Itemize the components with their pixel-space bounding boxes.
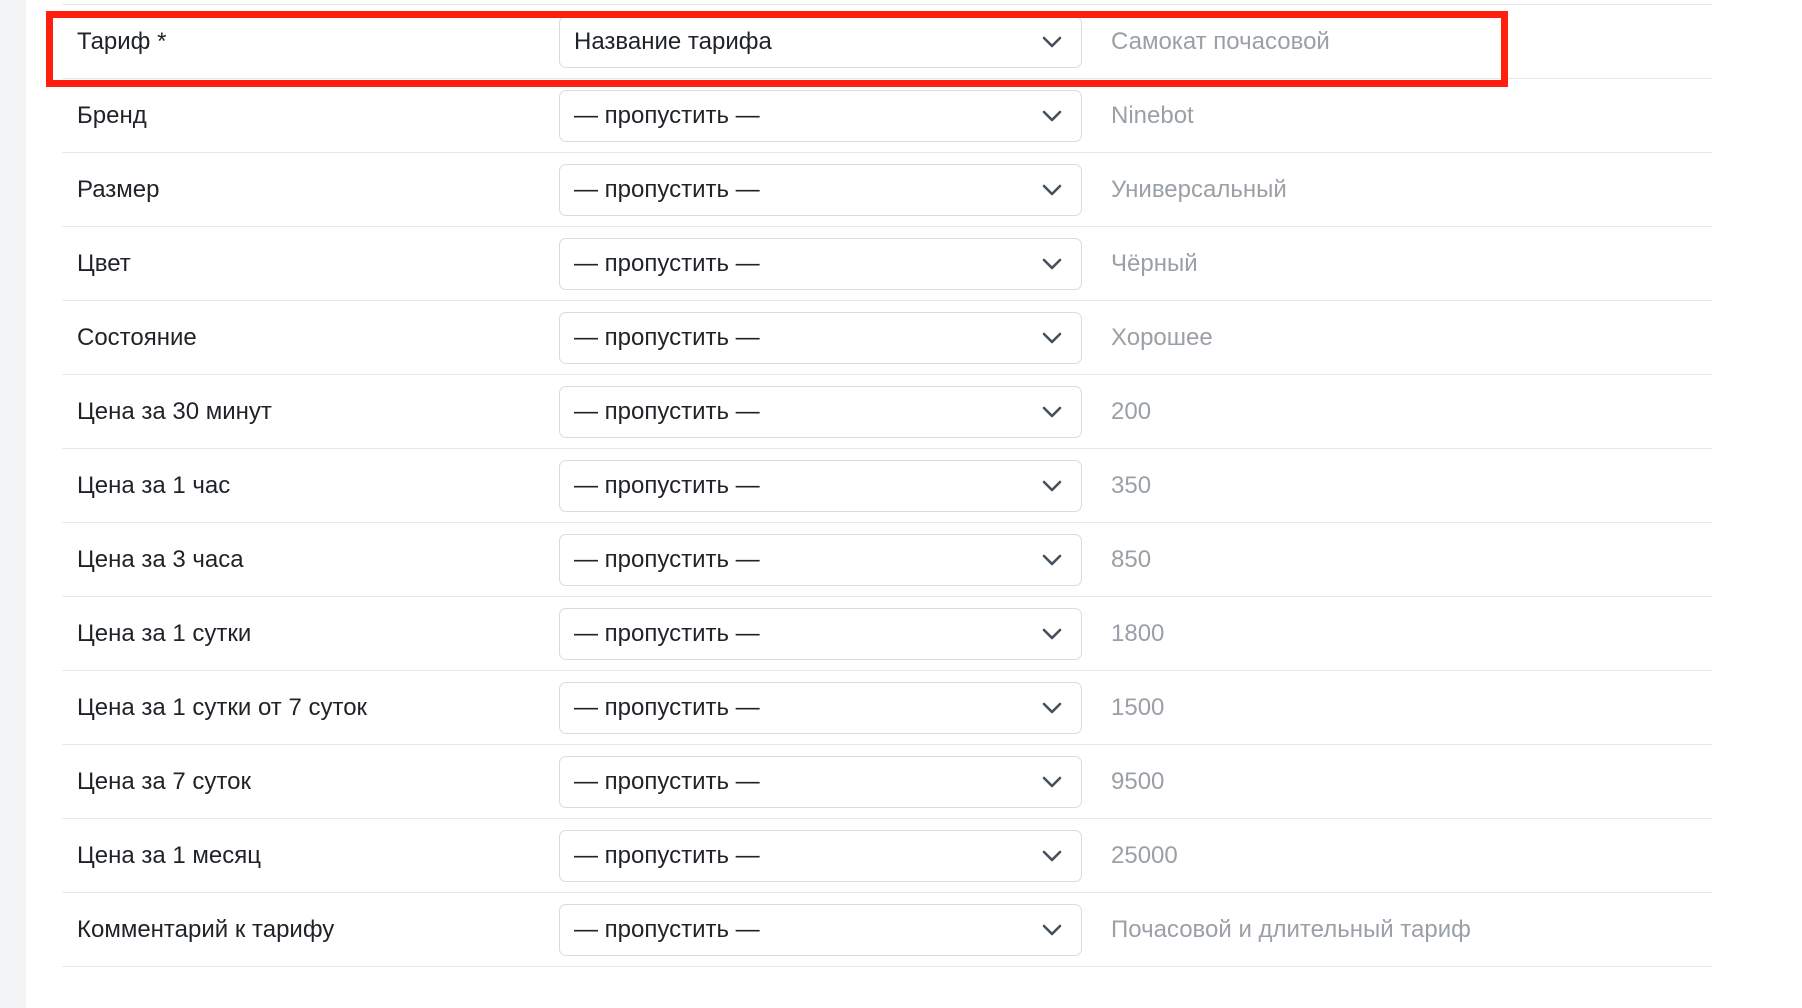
select-value: Название тарифа <box>574 27 772 55</box>
select-value: — пропустить — <box>574 101 760 129</box>
sample-value: 1500 <box>1111 693 1165 721</box>
field-label: Цена за 7 суток <box>77 767 251 795</box>
chevron-down-icon <box>1041 327 1063 349</box>
select-value: — пропустить — <box>574 397 760 425</box>
sample-value: 200 <box>1111 397 1152 425</box>
sample-value: Почасовой и длительный тариф <box>1111 915 1471 943</box>
chevron-down-icon <box>1041 31 1063 53</box>
mapping-row-price-30-min: Цена за 30 минут — пропустить — 200 <box>62 375 1712 449</box>
field-label: Комментарий к тарифу <box>77 915 335 943</box>
sample-value: Хорошее <box>1111 323 1213 351</box>
field-label: Цвет <box>77 249 131 277</box>
chevron-down-icon <box>1041 771 1063 793</box>
column-select-tariff-comment[interactable]: — пропустить — <box>559 903 1082 956</box>
column-select-price-1-hour[interactable]: — пропустить — <box>559 459 1082 512</box>
mapping-row-color: Цвет — пропустить — Чёрный <box>62 227 1712 301</box>
field-label: Цена за 1 час <box>77 471 231 499</box>
mapping-row-price-1-day: Цена за 1 сутки — пропустить — 1800 <box>62 597 1712 671</box>
mapping-row-tariff-comment: Комментарий к тарифу — пропустить — Поча… <box>62 893 1712 967</box>
mapping-row-condition: Состояние — пропустить — Хорошее <box>62 301 1712 375</box>
select-value: — пропустить — <box>574 767 760 795</box>
sample-value: 350 <box>1111 471 1152 499</box>
select-value: — пропустить — <box>574 693 760 721</box>
column-select-size[interactable]: — пропустить — <box>559 163 1082 216</box>
column-select-price-7-days[interactable]: — пропустить — <box>559 755 1082 808</box>
chevron-down-icon <box>1041 179 1063 201</box>
column-select-price-1-day-from-7[interactable]: — пропустить — <box>559 681 1082 734</box>
mapping-row-price-1-hour: Цена за 1 час — пропустить — 350 <box>62 449 1712 523</box>
mapping-row-price-3-hours: Цена за 3 часа — пропустить — 850 <box>62 523 1712 597</box>
mapping-row-brand: Бренд — пропустить — Ninebot <box>62 79 1712 153</box>
field-label: Цена за 30 минут <box>77 397 272 425</box>
column-mapping-table: Тариф * Название тарифа Самокат почасово… <box>62 4 1712 967</box>
select-value: — пропустить — <box>574 249 760 277</box>
sample-value: 850 <box>1111 545 1152 573</box>
sample-value: 9500 <box>1111 767 1165 795</box>
select-value: — пропустить — <box>574 175 760 203</box>
mapping-row-price-7-days: Цена за 7 суток — пропустить — 9500 <box>62 745 1712 819</box>
chevron-down-icon <box>1041 401 1063 423</box>
mapping-row-size: Размер — пропустить — Универсальный <box>62 153 1712 227</box>
field-label: Цена за 1 сутки <box>77 619 252 647</box>
select-value: — пропустить — <box>574 915 760 943</box>
chevron-down-icon <box>1041 623 1063 645</box>
column-select-condition[interactable]: — пропустить — <box>559 311 1082 364</box>
field-label: Размер <box>77 175 160 203</box>
field-label: Цена за 1 месяц <box>77 841 261 869</box>
sample-value: 25000 <box>1111 841 1178 869</box>
field-label: Тариф * <box>77 27 167 55</box>
field-label: Цена за 3 часа <box>77 545 244 573</box>
chevron-down-icon <box>1041 253 1063 275</box>
column-select-tariff[interactable]: Название тарифа <box>559 15 1082 68</box>
column-select-price-1-day[interactable]: — пропустить — <box>559 607 1082 660</box>
sample-value: Универсальный <box>1111 175 1287 203</box>
chevron-down-icon <box>1041 919 1063 941</box>
sample-value: Самокат почасовой <box>1111 27 1330 55</box>
mapping-row-price-1-day-from-7: Цена за 1 сутки от 7 суток — пропустить … <box>62 671 1712 745</box>
select-value: — пропустить — <box>574 471 760 499</box>
select-value: — пропустить — <box>574 545 760 573</box>
field-label: Цена за 1 сутки от 7 суток <box>77 693 368 721</box>
chevron-down-icon <box>1041 475 1063 497</box>
chevron-down-icon <box>1041 105 1063 127</box>
column-select-price-1-month[interactable]: — пропустить — <box>559 829 1082 882</box>
mapping-row-price-1-month: Цена за 1 месяц — пропустить — 25000 <box>62 819 1712 893</box>
chevron-down-icon <box>1041 845 1063 867</box>
sample-value: Ninebot <box>1111 101 1194 129</box>
mapping-row-tariff: Тариф * Название тарифа Самокат почасово… <box>62 5 1712 79</box>
select-value: — пропустить — <box>574 841 760 869</box>
left-panel-edge <box>0 0 26 1008</box>
column-select-color[interactable]: — пропустить — <box>559 237 1082 290</box>
column-select-brand[interactable]: — пропустить — <box>559 89 1082 142</box>
sample-value: 1800 <box>1111 619 1165 647</box>
chevron-down-icon <box>1041 549 1063 571</box>
select-value: — пропустить — <box>574 323 760 351</box>
sample-value: Чёрный <box>1111 249 1198 277</box>
field-label: Бренд <box>77 101 147 129</box>
column-select-price-30-min[interactable]: — пропустить — <box>559 385 1082 438</box>
select-value: — пропустить — <box>574 619 760 647</box>
chevron-down-icon <box>1041 697 1063 719</box>
column-select-price-3-hours[interactable]: — пропустить — <box>559 533 1082 586</box>
field-label: Состояние <box>77 323 197 351</box>
